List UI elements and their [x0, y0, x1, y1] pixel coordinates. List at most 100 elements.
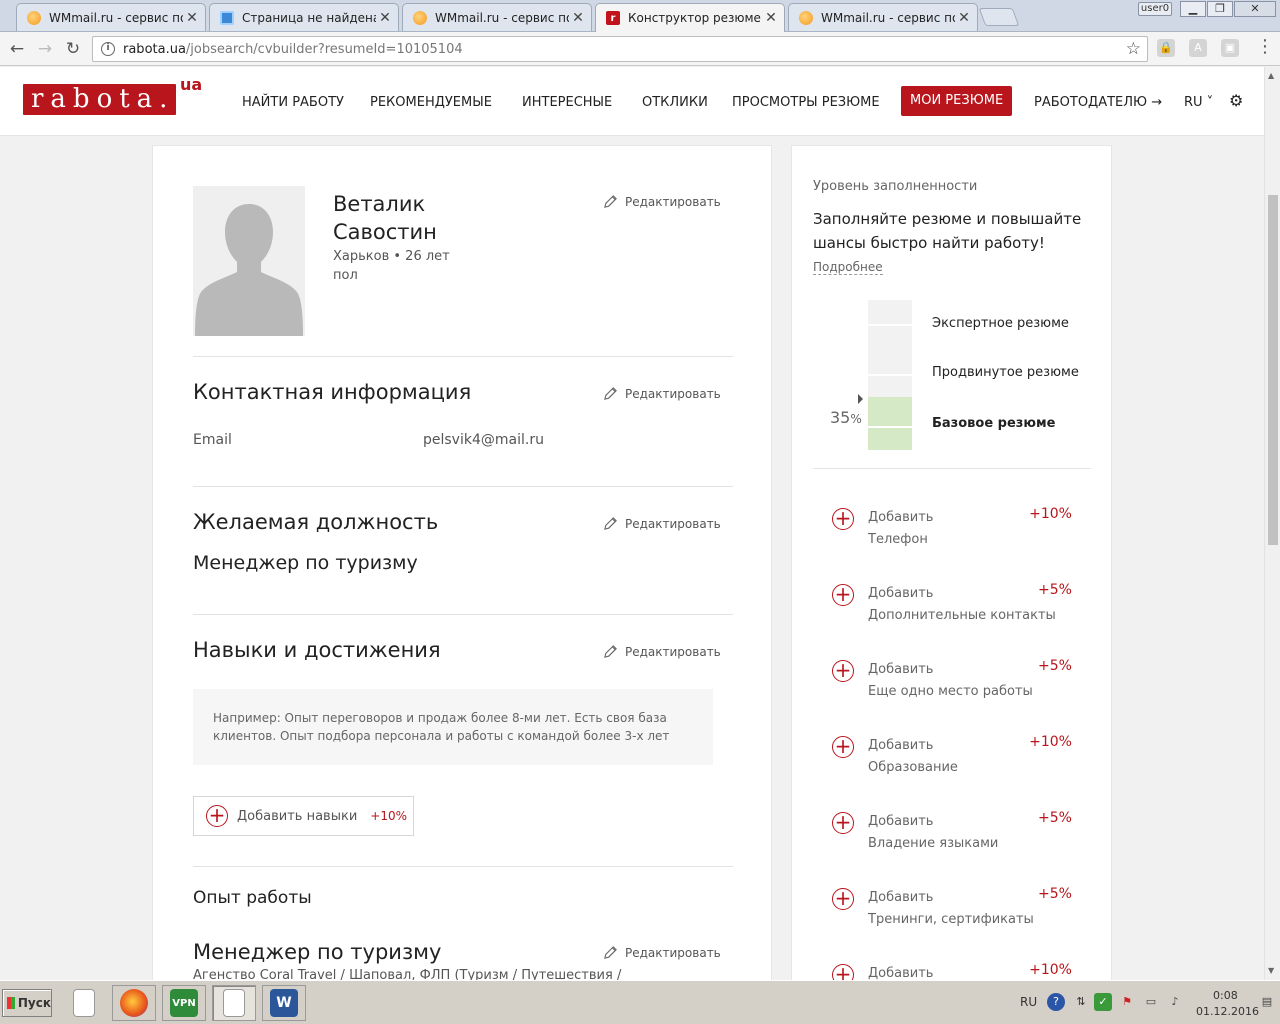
close-icon[interactable]: ✕: [569, 10, 587, 26]
info-icon[interactable]: i: [101, 42, 115, 56]
more-link[interactable]: Подробнее: [813, 260, 883, 275]
item-percent: +10%: [1029, 734, 1072, 750]
pencil-icon: [604, 645, 617, 658]
edit-job-button[interactable]: Редактировать: [603, 945, 721, 960]
tray-display-icon[interactable]: ▭: [1142, 993, 1160, 1011]
pencil-icon: [604, 517, 617, 530]
completeness-card: Уровень заполненности Заполняйте резюме …: [791, 145, 1112, 980]
help-icon[interactable]: ?: [1047, 993, 1065, 1011]
browser-tab[interactable]: Страница не найдена ✕: [209, 3, 399, 31]
taskbar-vpn[interactable]: VPN: [162, 985, 206, 1021]
lock-extension-icon[interactable]: 🔒: [1157, 39, 1175, 57]
add-label: Добавить: [868, 966, 934, 980]
nav-my-resumes[interactable]: МОИ РЕЗЮМЕ: [901, 86, 1013, 116]
close-icon[interactable]: ✕: [955, 10, 973, 26]
user-profile-badge[interactable]: user0: [1138, 2, 1172, 16]
meter-fill: [868, 397, 912, 450]
scroll-up-icon[interactable]: ▲: [1268, 71, 1274, 80]
back-arrow-icon[interactable]: ←: [6, 38, 28, 60]
window-close-icon[interactable]: ✕: [1234, 1, 1276, 17]
taskbar-firefox[interactable]: [112, 985, 156, 1021]
close-icon[interactable]: ✕: [183, 10, 201, 26]
meter-pointer-icon: [858, 394, 863, 404]
add-label: Добавить: [868, 662, 934, 677]
add-extra-contacts-item[interactable]: + Добавить Дополнительные контакты +5%: [832, 582, 1072, 632]
add-languages-item[interactable]: + Добавить Владение языками +5%: [832, 810, 1072, 860]
nav-responses[interactable]: ОТКЛИКИ: [642, 90, 708, 116]
item-name: Телефон: [868, 532, 928, 547]
plus-circle-icon: +: [206, 805, 228, 827]
page-viewport: rabota. ua НАЙТИ РАБОТУ РЕКОМЕНДУЕМЫЕ ИН…: [0, 67, 1264, 980]
meter-divider: [868, 324, 912, 326]
edit-personal-button[interactable]: Редактировать: [603, 194, 721, 209]
add-education-item[interactable]: + Добавить Образование +10%: [832, 734, 1072, 784]
shield-icon[interactable]: ✓: [1094, 993, 1112, 1011]
start-button[interactable]: Пуск: [2, 989, 52, 1017]
clock-time[interactable]: 0:08: [1213, 989, 1238, 1002]
extension-a-icon[interactable]: A: [1189, 39, 1207, 57]
add-label: Добавить: [868, 890, 934, 905]
item-percent: +5%: [1038, 886, 1072, 902]
tray-network-icon[interactable]: ⇅: [1072, 993, 1090, 1011]
close-icon[interactable]: ✕: [762, 10, 780, 26]
candidate-name: Веталик Савостин: [333, 190, 437, 246]
forward-arrow-icon[interactable]: →: [34, 38, 56, 60]
new-tab-button[interactable]: [978, 8, 1020, 26]
taskbar-document-icon[interactable]: [62, 985, 106, 1021]
language-select[interactable]: RU ˅: [1184, 90, 1213, 116]
nav-find-job[interactable]: НАЙТИ РАБОТУ: [242, 90, 344, 116]
add-skills-button[interactable]: + Добавить навыки +10%: [193, 796, 414, 836]
divider: [193, 866, 733, 867]
edit-skills-button[interactable]: Редактировать: [603, 644, 721, 659]
nav-resume-views[interactable]: ПРОСМОТРЫ РЕЗЮМЕ: [732, 90, 880, 116]
add-trainings-item[interactable]: + Добавить Тренинги, сертификаты +5%: [832, 886, 1072, 936]
avatar[interactable]: [193, 186, 305, 336]
browser-tab[interactable]: WMmail.ru - сервис почтов ✕: [16, 3, 206, 31]
start-label: Пуск: [17, 996, 51, 1010]
minimize-icon[interactable]: ▁: [1180, 1, 1206, 17]
close-icon[interactable]: ✕: [376, 10, 394, 26]
taskbar-chrome[interactable]: [212, 985, 256, 1021]
add-phone-item[interactable]: + Добавить Телефон +10%: [832, 506, 1072, 556]
reload-icon[interactable]: ↻: [62, 38, 84, 60]
browser-tab-active[interactable]: r Конструктор резюме ✕: [595, 3, 785, 32]
edit-contact-button[interactable]: Редактировать: [603, 386, 721, 401]
item-name: Владение языками: [868, 836, 999, 851]
restore-icon[interactable]: ❐: [1207, 1, 1233, 17]
nav-interesting[interactable]: ИНТЕРЕСНЫЕ: [522, 90, 612, 116]
add-more-item[interactable]: + Добавить +10%: [832, 962, 1072, 980]
position-value: Менеджер по туризму: [193, 552, 418, 574]
add-workplace-item[interactable]: + Добавить Еще одно место работы +5%: [832, 658, 1072, 708]
site-logo[interactable]: rabota.: [23, 84, 176, 115]
page-scrollbar[interactable]: ▲ ▼: [1264, 67, 1280, 980]
browser-tab[interactable]: WMmail.ru - сервис почтов ✕: [402, 3, 592, 31]
vpn-shield-icon: VPN: [170, 989, 198, 1017]
level-basic: Базовое резюме: [932, 416, 1056, 431]
gear-icon[interactable]: ⚙: [1229, 91, 1243, 110]
add-skills-percent: +10%: [370, 809, 407, 823]
nav-for-employers[interactable]: РАБОТОДАТЕЛЮ →: [1034, 90, 1162, 116]
show-desktop-icon[interactable]: ▤: [1258, 993, 1276, 1011]
nav-recommended[interactable]: РЕКОМЕНДУЕМЫЕ: [370, 90, 492, 116]
address-bar[interactable]: i rabota.ua/jobsearch/cvbuilder?resumeId…: [92, 36, 1148, 62]
taskbar-word[interactable]: W: [262, 985, 306, 1021]
bookmark-star-icon[interactable]: ☆: [1126, 39, 1141, 59]
extension-box-icon[interactable]: ▣: [1221, 39, 1239, 57]
add-label: Добавить: [868, 814, 934, 829]
gender: пол: [333, 268, 358, 283]
edit-label: Редактировать: [625, 386, 721, 401]
scroll-thumb[interactable]: [1268, 195, 1278, 545]
add-label: Добавить: [868, 586, 934, 601]
site-logo-suffix: ua: [180, 75, 203, 94]
pencil-icon: [604, 195, 617, 208]
item-percent: +5%: [1038, 582, 1072, 598]
browser-tab[interactable]: WMmail.ru - сервис почтов ✕: [788, 3, 978, 31]
volume-icon[interactable]: ♪: [1166, 993, 1184, 1011]
scroll-down-icon[interactable]: ▼: [1268, 966, 1274, 975]
tray-flag-icon[interactable]: ⚑: [1118, 993, 1136, 1011]
level-advanced: Продвинутое резюме: [932, 365, 1079, 380]
tray-language[interactable]: RU: [1020, 995, 1037, 1009]
url-host: rabota.ua: [123, 41, 186, 57]
edit-position-button[interactable]: Редактировать: [603, 516, 721, 531]
browser-menu-icon[interactable]: ⋮: [1256, 38, 1274, 56]
